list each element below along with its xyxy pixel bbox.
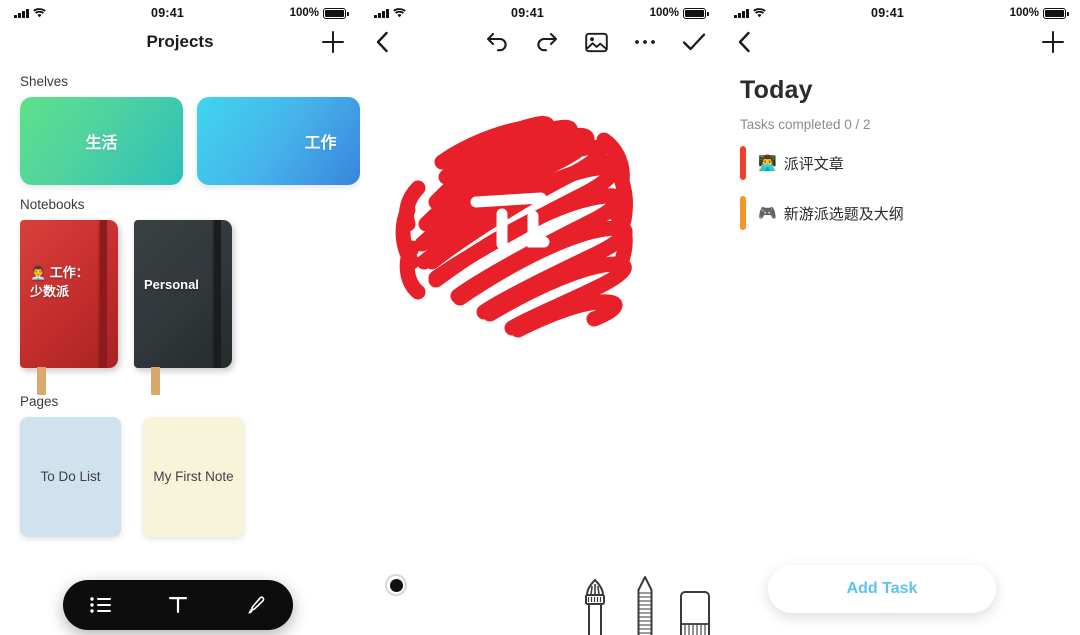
status-bar-middle: 09:41 100%: [360, 0, 720, 22]
check-icon[interactable]: [682, 32, 706, 52]
shelf-card-life-label: 生活: [85, 135, 118, 152]
navbar-editor: [360, 22, 720, 62]
page-card-first-note[interactable]: My First Note: [143, 417, 244, 537]
battery-icon: [1043, 7, 1069, 19]
notebook-work-cover: 👨‍💼 工作：少数派: [20, 220, 118, 368]
text-icon[interactable]: [158, 585, 198, 625]
task-priority-bar: [740, 146, 746, 180]
notebook-ribbon: [37, 367, 46, 395]
chevron-left-icon[interactable]: [374, 30, 390, 54]
shelf-card-life[interactable]: 生活: [20, 97, 183, 185]
game-controller-emoji-icon: 🎮: [758, 205, 777, 222]
shelf-card-work-label: 工作: [304, 135, 337, 152]
status-clock: 09:41: [871, 6, 905, 20]
notebooks-section-label: Notebooks: [20, 197, 85, 212]
notebook-work[interactable]: 👨‍💼 工作：少数派: [20, 220, 118, 395]
task-row[interactable]: 🎮 新游派选题及大纲: [740, 196, 1060, 230]
navbar-today: [720, 22, 1080, 62]
panel-drawing-editor: 09:41 100%: [360, 0, 720, 635]
redo-icon[interactable]: [535, 31, 559, 53]
notebook-personal-cover: Personal: [134, 220, 232, 368]
page-card-todo[interactable]: To Do List: [20, 417, 121, 537]
status-clock: 09:41: [511, 6, 545, 20]
wifi-icon: [752, 8, 766, 18]
task-priority-bar: [740, 196, 746, 230]
pencil-icon[interactable]: [634, 574, 656, 635]
add-task-button[interactable]: Add Task: [768, 565, 996, 613]
floating-toolbar: [63, 580, 293, 630]
plus-icon[interactable]: [322, 31, 344, 53]
undo-icon[interactable]: [485, 31, 509, 53]
notebook-personal-title: Personal: [144, 277, 199, 292]
task-label: 👨‍💻 派评文章: [758, 153, 844, 174]
status-right-group: 100%: [649, 7, 709, 19]
wifi-icon: [392, 8, 406, 18]
notebook-work-title: 👨‍💼 工作：少数派: [30, 265, 89, 299]
brush-icon[interactable]: [235, 585, 275, 625]
shelf-card-work[interactable]: 工作: [197, 97, 360, 185]
status-left-group: [734, 8, 766, 18]
status-bar-right: 09:41 100%: [720, 0, 1080, 22]
office-worker-emoji-icon: 👨‍💻: [758, 155, 777, 172]
eraser-icon[interactable]: [678, 584, 712, 635]
wifi-icon: [32, 8, 46, 18]
black-color-swatch[interactable]: [385, 574, 407, 596]
status-left-group: [374, 8, 406, 18]
panel-projects: 09:41 100% Projects Shelves 生活 工作 Notebo…: [0, 0, 360, 635]
shelves-section-label: Shelves: [20, 74, 69, 89]
battery-icon: [683, 7, 709, 19]
task-row[interactable]: 👨‍💻 派评文章: [740, 146, 1060, 180]
task-title: 新游派选题及大纲: [783, 205, 904, 223]
plus-icon[interactable]: [1042, 31, 1064, 53]
tasks-completed-count: Tasks completed 0 / 2: [740, 117, 871, 132]
panel-today-tasks: 09:41 100% Today Tasks completed 0 / 2 👨…: [720, 0, 1080, 635]
notebook-elastic-band: [214, 220, 221, 368]
shelves-row: 生活 工作: [0, 97, 360, 185]
today-heading: Today: [740, 76, 813, 104]
status-right-group: 100%: [1009, 7, 1069, 19]
notebook-personal[interactable]: Personal: [134, 220, 232, 395]
cellular-signal-icon: [14, 8, 29, 18]
three-panel-screenshot: 09:41 100% Projects Shelves 生活 工作 Notebo…: [0, 0, 1080, 635]
battery-percent: 100%: [649, 7, 679, 19]
notebooks-row: 👨‍💼 工作：少数派 Personal: [0, 220, 360, 395]
paintbrush-icon[interactable]: [578, 574, 612, 635]
status-right-group: 100%: [289, 7, 349, 19]
pages-row: To Do List My First Note: [0, 417, 360, 537]
notebook-elastic-band: [100, 220, 107, 368]
task-title: 派评文章: [783, 155, 844, 173]
battery-icon: [323, 7, 349, 19]
status-left-group: [14, 8, 46, 18]
drawing-canvas[interactable]: [360, 62, 720, 635]
task-label: 🎮 新游派选题及大纲: [758, 203, 904, 224]
pages-section-label: Pages: [20, 394, 59, 409]
cellular-signal-icon: [734, 8, 749, 18]
hamburger-icon[interactable]: [16, 34, 40, 50]
battery-percent: 100%: [1009, 7, 1039, 19]
cellular-signal-icon: [374, 8, 389, 18]
battery-percent: 100%: [289, 7, 319, 19]
more-horizontal-icon[interactable]: [634, 38, 656, 46]
red-scribble-sketch: [378, 102, 658, 347]
drawing-tools: [578, 574, 712, 635]
chevron-left-icon[interactable]: [736, 30, 752, 54]
page-title: Projects: [146, 32, 214, 51]
navbar-projects: Projects: [0, 22, 360, 62]
notebook-ribbon: [151, 367, 160, 395]
status-clock: 09:41: [151, 6, 185, 20]
image-icon[interactable]: [585, 32, 608, 53]
status-bar-left: 09:41 100%: [0, 0, 360, 22]
task-list: 👨‍💻 派评文章 🎮 新游派选题及大纲: [720, 132, 1080, 230]
list-icon[interactable]: [81, 585, 121, 625]
